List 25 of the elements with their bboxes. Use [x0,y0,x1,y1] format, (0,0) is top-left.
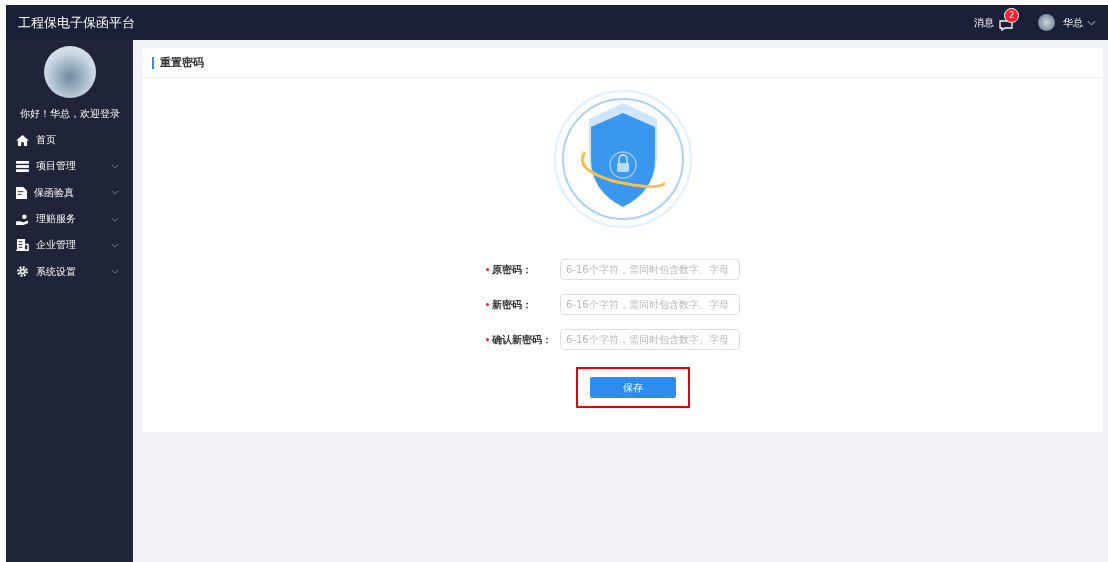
gear-icon [16,265,29,279]
chat-icon[interactable] [998,18,1014,31]
sidebar-menu-item[interactable]: 保函验真 [6,179,133,206]
building-icon [16,239,29,252]
hand-coin-icon [16,213,29,225]
user-menu[interactable]: 华总 [1063,15,1083,30]
card-title: 重置密码 [160,55,204,70]
sidebar-menu-item[interactable]: 企业管理 [6,232,133,259]
document-icon [16,186,27,199]
field-label: 确认新密码： [492,332,552,347]
sidebar-menu-item[interactable]: 首页 [6,127,133,154]
welcome-text: 你好！华总，欢迎登录 [18,107,121,121]
sidebar-menu-item[interactable]: 系统设置 [6,258,133,285]
field-label: 新密码： [492,297,532,312]
messages-link[interactable]: 消息 [974,15,994,30]
field-label: 原密码： [492,262,532,277]
list-icon [16,160,29,172]
user-avatar[interactable] [1038,14,1055,31]
chevron-down-icon[interactable] [1087,19,1096,26]
avatar-photo-placeholder [43,46,96,98]
sidebar-menu-item[interactable]: 项目管理 [6,153,133,180]
app-title: 工程保电子保函平台 [18,13,135,32]
home-icon [16,134,29,146]
notification-badge: 2 [1004,7,1019,23]
sidebar-menu-item[interactable]: 理赔服务 [6,205,133,233]
